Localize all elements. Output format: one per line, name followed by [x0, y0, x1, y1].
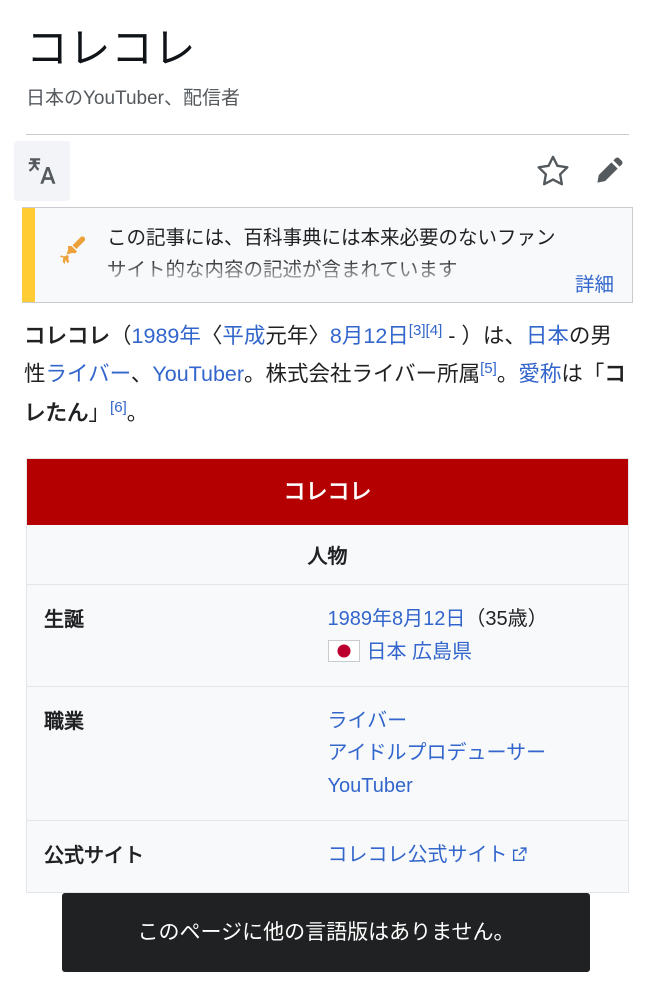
infobox-title: コレコレ	[26, 458, 629, 526]
japan-flag-icon	[327, 639, 360, 662]
watch-button[interactable]	[525, 141, 581, 201]
link-era-heisei[interactable]: 平成	[222, 324, 265, 348]
link-year[interactable]: 1989年	[132, 324, 201, 348]
link-japan[interactable]: 日本	[526, 324, 569, 348]
infobox-value-birth: 1989年8月12日（35歳） 日本 広島県	[327, 584, 629, 687]
page-subtitle: 日本のYouTuber、配信者	[26, 88, 240, 110]
lead-text-8: 。	[126, 400, 149, 425]
lead-text-4: 。株式会社ライバー所属	[244, 362, 481, 387]
table-row: 公式サイト コレコレ公式サイト	[27, 821, 629, 892]
reference-3-link[interactable]: [3]	[409, 322, 426, 339]
infobox-section-header: 人物	[26, 525, 629, 586]
lead-text-5: 。	[496, 362, 519, 387]
link-youtuber[interactable]: YouTuber	[152, 362, 244, 386]
infobox-label-birth: 生誕	[26, 584, 328, 687]
infobox-value-occupation: ライバー アイドルプロデューサー YouTuber	[327, 686, 629, 822]
lead-dash-close: - ）	[442, 323, 483, 348]
reference-5: [5]	[480, 360, 497, 377]
table-row: 生誕 1989年8月12日（35歳） 日本 広島県	[26, 584, 629, 687]
reference-4-link[interactable]: [4]	[426, 322, 443, 339]
link-liver[interactable]: ライバー	[46, 362, 131, 386]
official-site-link[interactable]: コレコレ公式サイト	[328, 844, 508, 866]
lead-subject-name: コレコレ	[24, 323, 111, 348]
page-header: コレコレ 日本のYouTuber、配信者	[0, 0, 655, 135]
link-birth-date[interactable]: 8月12日	[330, 324, 409, 348]
language-unavailable-toast: このページに他の言語版はありません。	[62, 893, 590, 973]
broom-icon	[52, 233, 90, 276]
edit-button[interactable]	[581, 141, 637, 201]
reference-3: [3]	[409, 322, 426, 339]
reference-4: [4]	[426, 322, 443, 339]
birth-date-link[interactable]: 1989年8月12日	[328, 608, 466, 630]
notice-accent-bar	[22, 207, 35, 302]
occupation-link-liver[interactable]: ライバー	[328, 710, 408, 732]
lead-text-1: は、	[482, 323, 526, 348]
lead-paragraph: コレコレ（1989年〈平成元年〉8月12日[3][4] - ）は、日本の男性ライ…	[0, 303, 655, 432]
article-toolbar	[0, 135, 655, 207]
infobox-label-occupation: 職業	[26, 686, 328, 822]
notice-banner-wrapper: この記事には、百科事典には本来必要のないファンサイト的な内容の記述が含まれていま…	[0, 206, 655, 303]
reference-6-link[interactable]: [6]	[110, 398, 127, 415]
lead-era-tail: 元年〉	[265, 323, 330, 348]
infobox-title-row: コレコレ	[26, 458, 629, 526]
infobox-value-official-site: コレコレ公式サイト	[328, 821, 629, 892]
link-nickname-term[interactable]: 愛称	[518, 362, 561, 386]
lead-text-3: 、	[130, 362, 153, 387]
reference-6: [6]	[110, 398, 127, 415]
notice-icon-cell	[35, 208, 107, 302]
notice-body: この記事には、百科事典には本来必要のないファンサイト的な内容の記述が含まれていま…	[107, 208, 632, 302]
external-link-icon	[511, 841, 528, 873]
reference-5-link[interactable]: [5]	[480, 360, 497, 377]
lead-text-7: 」	[88, 400, 111, 425]
notice-text: この記事には、百科事典には本来必要のないファンサイト的な内容の記述が含まれていま…	[107, 227, 556, 281]
birth-age: （35歳）	[465, 608, 548, 631]
occupation-link-idol-producer[interactable]: アイドルプロデューサー	[328, 742, 547, 764]
lead-open-paren: （	[110, 323, 132, 348]
star-outline-icon	[535, 153, 571, 189]
table-row: 職業 ライバー アイドルプロデューサー YouTuber	[26, 686, 629, 822]
language-switch-button[interactable]	[14, 140, 70, 201]
infobox-label-official-site: 公式サイト	[44, 845, 144, 868]
person-infobox: コレコレ 人物 生誕 1989年8月12日（35歳） 日本 広島県 職業 ライバ…	[26, 457, 629, 893]
birth-place-link[interactable]: 日本 広島県	[367, 641, 473, 663]
pencil-icon	[592, 154, 626, 188]
occupation-link-youtuber[interactable]: YouTuber	[328, 775, 413, 797]
lead-era-open: 〈	[200, 323, 223, 348]
lead-text-6: は「	[561, 362, 605, 387]
notice-details-link[interactable]: 詳細	[564, 267, 620, 302]
translate-icon	[25, 154, 59, 188]
infobox-wrapper: コレコレ 人物 生誕 1989年8月12日（35歳） 日本 広島県 職業 ライバ…	[0, 432, 655, 893]
cleanup-notice-banner: この記事には、百科事典には本来必要のないファンサイト的な内容の記述が含まれていま…	[22, 206, 633, 303]
infobox-section-row: 人物	[26, 525, 629, 586]
page-title: コレコレ	[26, 27, 197, 73]
